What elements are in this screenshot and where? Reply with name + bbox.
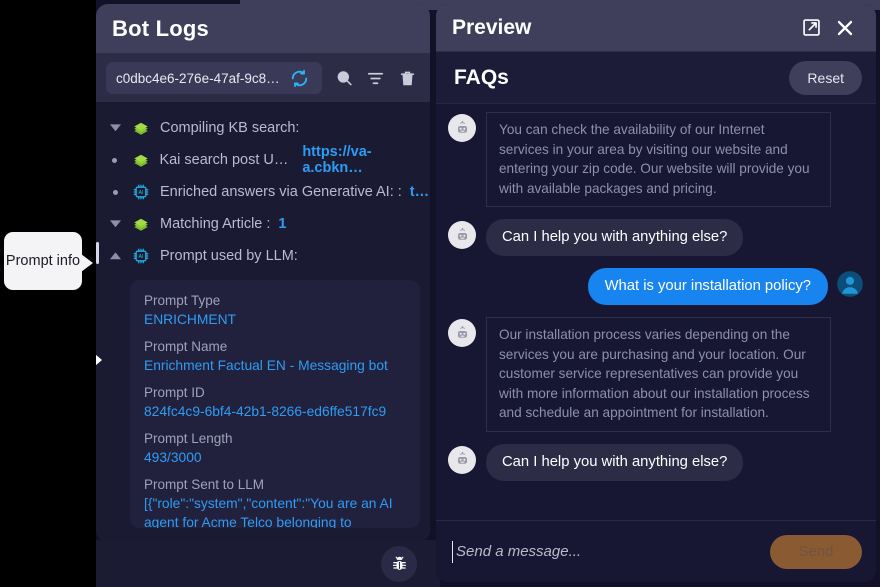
prompt-field: Prompt Type ENRICHMENT <box>144 292 406 329</box>
bot-avatar-icon <box>448 319 476 347</box>
chat-transcript[interactable]: You can check the availability of our In… <box>436 104 876 520</box>
kb-books-icon <box>130 117 152 139</box>
bullet-marker <box>108 189 122 195</box>
session-id-value: c0dbc4e6-276e-47af-9c8d-... <box>116 70 284 86</box>
expand-icon[interactable] <box>794 11 828 45</box>
user-avatar-icon <box>836 270 864 298</box>
bot-logs-title: Bot Logs <box>112 15 209 41</box>
search-icon[interactable] <box>332 63 357 93</box>
log-tree-row[interactable]: Matching Article : 1 <box>102 208 430 240</box>
bullet-marker <box>108 157 122 163</box>
bot-answer-card: Our installation process varies dependin… <box>486 317 831 432</box>
prompt-id-value: 824fc4c9-6bf4-42b1-8266-ed6ffe517fc9 <box>144 404 387 419</box>
log-row-link[interactable]: t… <box>410 184 429 200</box>
bot-logs-body: Compiling KB search: Kai search post URL… <box>96 102 430 542</box>
background-left-dark <box>0 0 96 587</box>
ai-chip-icon: AI <box>130 245 152 267</box>
log-row-label: Matching Article : <box>160 216 271 232</box>
prompt-field: Prompt Length 493/3000 <box>144 430 406 467</box>
chevron-down-icon[interactable] <box>108 220 122 228</box>
prompt-field: Prompt Sent to LLM [{"role":"system","co… <box>144 476 406 528</box>
svg-text:AI: AI <box>139 190 144 196</box>
log-row-label: Enriched answers via Generative AI: : <box>160 184 402 200</box>
user-message-bubble: What is your installation policy? <box>587 268 828 305</box>
log-tree-row[interactable]: Compiling KB search: <box>102 112 430 144</box>
bot-answer-card: You can check the availability of our In… <box>486 112 831 207</box>
session-id-box[interactable]: c0dbc4e6-276e-47af-9c8d-... <box>106 62 322 94</box>
chat-message-bot: Our installation process varies dependin… <box>448 317 864 432</box>
pointer-arrow <box>96 354 102 366</box>
bot-logs-header: Bot Logs <box>96 4 430 54</box>
prompt-name-value: Enrichment Factual EN - Messaging bot <box>144 358 388 373</box>
prompt-info-tooltip: Prompt info <box>4 232 93 290</box>
chevron-up-icon[interactable] <box>108 252 122 260</box>
bot-message-bubble: Can I help you with anything else? <box>486 219 744 256</box>
faq-bar: FAQs Reset <box>436 52 876 104</box>
prompt-detail-card: Prompt Type ENRICHMENT Prompt Name Enric… <box>130 280 420 528</box>
send-button[interactable]: Send <box>770 534 862 569</box>
prompt-type-value: ENRICHMENT <box>144 312 236 327</box>
scroll-indicator[interactable] <box>96 242 99 264</box>
bot-message-bubble: Can I help you with anything else? <box>486 443 744 481</box>
chat-message-user: What is your installation policy? <box>448 268 864 305</box>
log-row-link[interactable]: https://va-a.cbkn… <box>302 144 430 176</box>
log-row-label: Prompt used by LLM: <box>160 248 298 264</box>
refresh-icon[interactable] <box>284 63 314 93</box>
bug-icon[interactable] <box>381 546 417 582</box>
chat-message-bot: You can check the availability of our In… <box>448 112 864 207</box>
preview-title: Preview <box>452 15 532 39</box>
log-tree-row[interactable]: Kai search post URL: https://va-a.cbkn… <box>102 144 430 176</box>
log-tree-row[interactable]: AI Enriched answers via Generative AI: :… <box>102 176 430 208</box>
svg-text:AI: AI <box>139 254 144 260</box>
prompt-type-label: Prompt Type <box>144 293 221 308</box>
log-row-label: Kai search post URL: <box>159 152 295 168</box>
screen: Bot Logs c0dbc4e6-276e-47af-9c8d-... Com… <box>0 0 880 587</box>
log-row-label: Compiling KB search: <box>160 120 300 136</box>
chat-message-bot: Can I help you with anything else? <box>448 443 864 481</box>
bot-avatar-icon <box>448 114 476 142</box>
preview-header: Preview <box>436 4 876 52</box>
trash-icon[interactable] <box>395 63 420 93</box>
tooltip-text: Prompt info <box>5 252 81 269</box>
matching-article-count: 1 <box>278 216 287 232</box>
bot-avatar-icon <box>448 445 476 474</box>
kb-books-icon <box>130 213 152 235</box>
bot-logs-panel: Bot Logs c0dbc4e6-276e-47af-9c8d-... Com… <box>96 4 430 542</box>
prompt-field: Prompt ID 824fc4c9-6bf4-42b1-8266-ed6ffe… <box>144 384 406 421</box>
prompt-length-label: Prompt Length <box>144 431 233 446</box>
close-icon[interactable] <box>828 11 862 45</box>
prompt-name-label: Prompt Name <box>144 339 228 354</box>
prompt-length-value: 493/3000 <box>144 450 202 465</box>
chevron-down-icon[interactable] <box>108 124 122 132</box>
chat-message-bot: Can I help you with anything else? <box>448 219 864 256</box>
message-composer: Send <box>436 520 876 582</box>
bot-avatar-icon <box>448 221 476 249</box>
filter-icon[interactable] <box>363 63 388 93</box>
kb-books-icon <box>130 149 152 171</box>
log-tree-row-prompt[interactable]: AI Prompt used by LLM: <box>102 240 430 272</box>
ai-chip-icon: AI <box>130 181 152 203</box>
log-tree: Compiling KB search: Kai search post URL… <box>96 112 430 528</box>
faq-title: FAQs <box>454 65 509 89</box>
prompt-id-label: Prompt ID <box>144 385 205 400</box>
reset-button[interactable]: Reset <box>789 60 862 95</box>
preview-panel: Preview FAQs Reset You can check the ava… <box>436 4 876 582</box>
prompt-sent-label: Prompt Sent to LLM <box>144 477 265 492</box>
prompt-field: Prompt Name Enrichment Factual EN - Mess… <box>144 338 406 375</box>
prompt-sent-value: [{"role":"system","content":"You are an … <box>144 496 393 528</box>
message-input[interactable] <box>452 540 760 563</box>
bot-logs-toolbar: c0dbc4e6-276e-47af-9c8d-... <box>96 54 430 102</box>
